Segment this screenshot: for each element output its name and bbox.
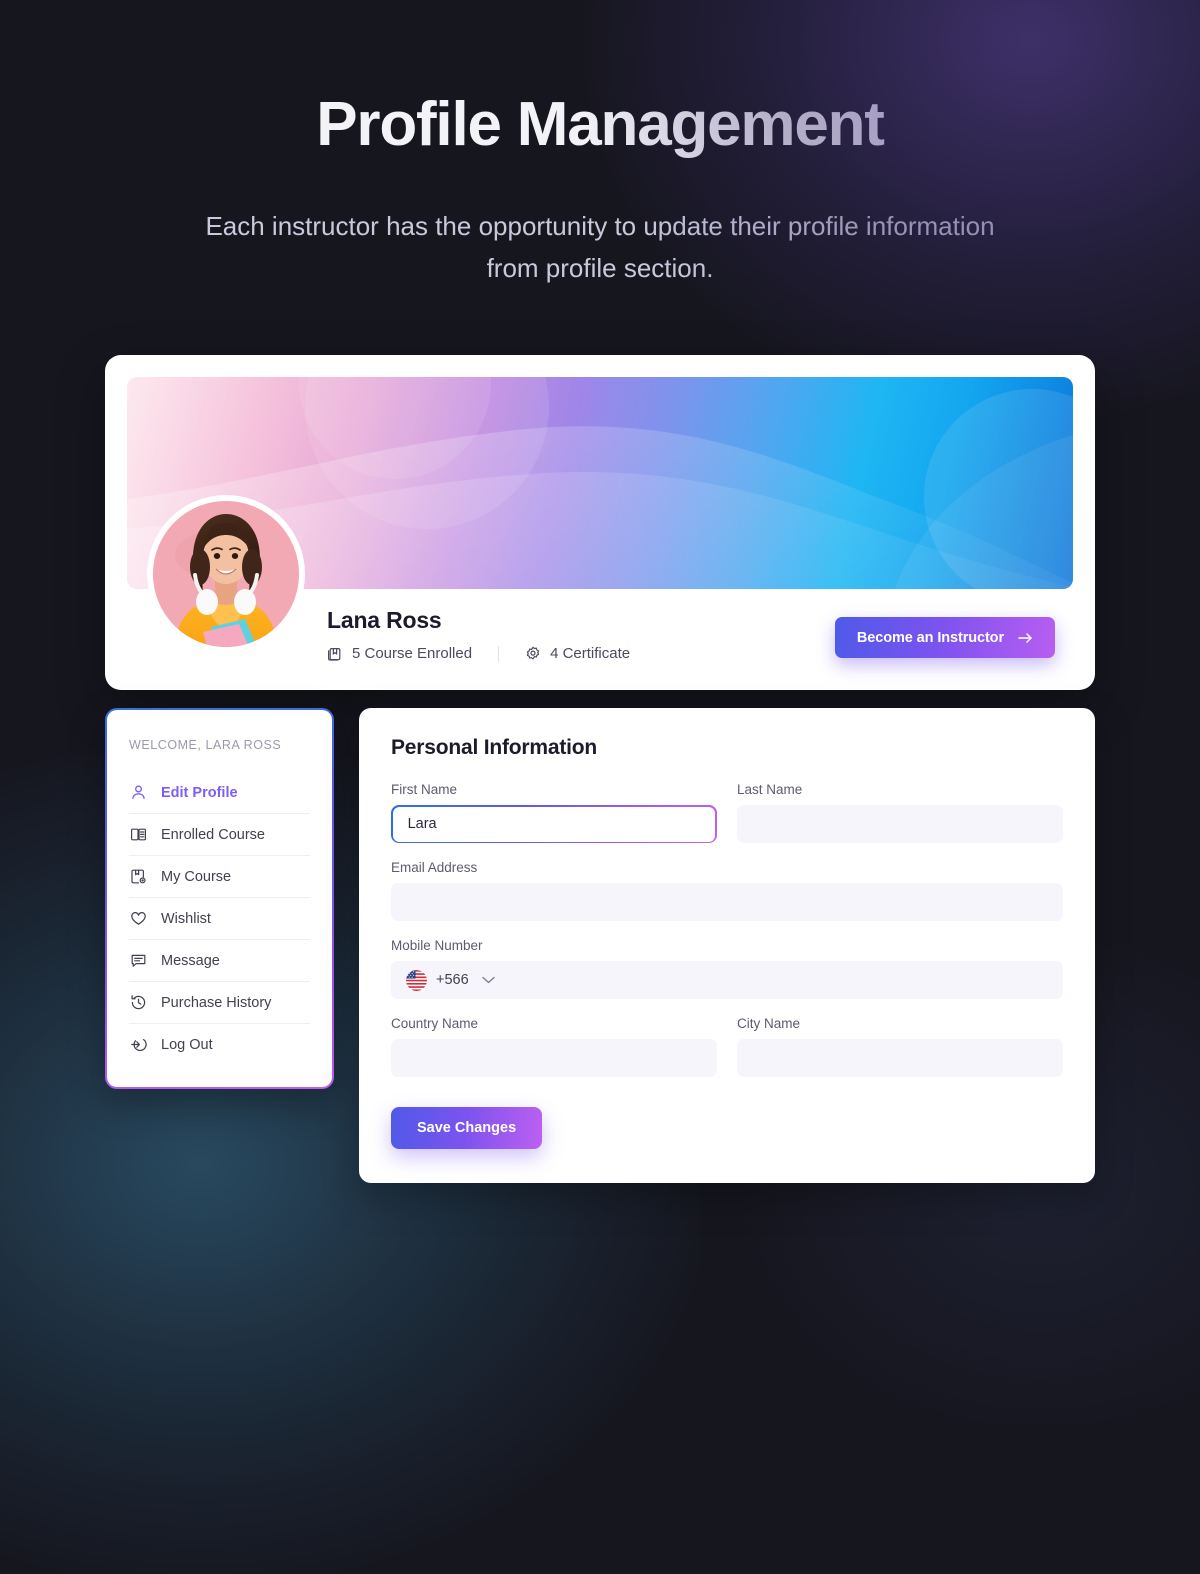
- city-name-label: City Name: [737, 1016, 801, 1032]
- history-clock-icon: [129, 993, 148, 1012]
- dial-code-value: +566: [436, 972, 469, 989]
- sidebar-item-label: Wishlist: [161, 910, 211, 927]
- sidebar-item-enrolled-course[interactable]: Enrolled Course: [129, 814, 310, 856]
- sidebar-item-label: Purchase History: [161, 994, 272, 1011]
- bookmark-badge-icon: [129, 867, 148, 886]
- sidebar-item-label: Message: [161, 952, 220, 969]
- mobile-number-input-group[interactable]: +566: [391, 961, 1063, 1000]
- sidebar-item-label: My Course: [161, 868, 232, 885]
- page-title: Profile Management: [316, 90, 885, 159]
- mobile-number-input[interactable]: [494, 961, 1048, 1000]
- field-first-name: First Name: [391, 782, 717, 844]
- stat-divider: [498, 645, 500, 662]
- sidebar-inner: WELCOME, LARA ROSS Edit Profile Enrolled…: [107, 710, 332, 1087]
- sidebar-item-label: Enrolled Course: [161, 826, 265, 843]
- chevron-down-icon[interactable]: [482, 976, 495, 984]
- sidebar-welcome: WELCOME, LARA ROSS: [129, 738, 282, 752]
- mobile-number-label: Mobile Number: [391, 938, 483, 954]
- form-row-names: First Name Last Name: [391, 782, 1063, 860]
- sidebar-item-my-course[interactable]: My Course: [129, 856, 310, 898]
- avatar-image: [153, 501, 299, 647]
- stat-courses-enrolled: 5 Course Enrolled: [327, 645, 472, 662]
- profile-stats: 5 Course Enrolled 4 Certificate: [327, 645, 630, 662]
- sidebar-item-log-out[interactable]: Log Out: [129, 1024, 310, 1065]
- become-instructor-button[interactable]: Become an Instructor: [834, 617, 1055, 658]
- stat-certificates: 4 Certificate: [525, 645, 630, 662]
- sidebar-item-message[interactable]: Message: [129, 940, 310, 982]
- sidebar-item-label: Edit Profile: [161, 784, 238, 801]
- sidebar-item-label: Log Out: [161, 1036, 213, 1053]
- stat-certificates-label: 4 Certificate: [550, 645, 631, 662]
- page-subtitle: Each instructor has the opportunity to u…: [205, 210, 995, 284]
- arrow-right-icon: [1018, 632, 1032, 643]
- sidebar-item-wishlist[interactable]: Wishlist: [129, 898, 310, 940]
- become-instructor-label: Become an Instructor: [856, 629, 1004, 646]
- country-name-input[interactable]: [391, 1039, 717, 1078]
- city-name-input[interactable]: [737, 1039, 1063, 1078]
- field-email: Email Address: [391, 860, 1063, 922]
- field-mobile-number: Mobile Number +566: [391, 938, 1063, 1000]
- field-last-name: Last Name: [737, 782, 1063, 843]
- profile-card: Lana Ross 5 Course Enrolled 4 Certificat…: [105, 355, 1095, 690]
- profile-body: WELCOME, LARA ROSS Edit Profile Enrolled…: [105, 708, 1095, 1184]
- us-flag-icon: [406, 969, 427, 991]
- save-changes-button[interactable]: Save Changes: [391, 1107, 543, 1150]
- hero-section: Profile Management Each instructor has t…: [0, 0, 1200, 289]
- country-dial-code-select[interactable]: +566: [406, 969, 495, 991]
- last-name-input[interactable]: [737, 805, 1063, 843]
- sidebar-item-purchase-history[interactable]: Purchase History: [129, 982, 310, 1024]
- avatar-portrait-illustration: [153, 501, 299, 647]
- chat-lines-icon: [129, 951, 148, 970]
- first-name-focus-ring: [391, 805, 717, 844]
- page-root: Profile Management Each instructor has t…: [0, 0, 1200, 1574]
- personal-information-panel: Personal Information First Name Last Nam…: [359, 708, 1095, 1184]
- profile-name: Lana Ross: [327, 607, 442, 633]
- logout-arrow-icon: [129, 1035, 148, 1054]
- sidebar-item-edit-profile[interactable]: Edit Profile: [129, 772, 310, 814]
- avatar: [147, 495, 305, 653]
- field-country-name: Country Name: [391, 1016, 717, 1078]
- first-name-label: First Name: [391, 782, 458, 797]
- profile-identity: Lana Ross 5 Course Enrolled 4 Certificat…: [327, 607, 630, 662]
- stat-courses-label: 5 Course Enrolled: [352, 645, 473, 662]
- email-input[interactable]: [391, 883, 1063, 922]
- country-name-label: Country Name: [391, 1016, 479, 1032]
- first-name-input[interactable]: [392, 806, 716, 842]
- field-city-name: City Name: [737, 1016, 1063, 1078]
- form-title: Personal Information: [391, 736, 598, 759]
- form-row-location: Country Name City Name: [391, 1016, 1063, 1094]
- certificate-badge-icon: [526, 646, 540, 660]
- last-name-label: Last Name: [737, 782, 803, 797]
- email-label: Email Address: [391, 860, 478, 876]
- profile-sidebar: WELCOME, LARA ROSS Edit Profile Enrolled…: [105, 708, 334, 1089]
- open-book-icon: [129, 825, 148, 844]
- heart-icon: [129, 909, 148, 928]
- user-icon: [129, 783, 148, 802]
- book-icon: [328, 647, 341, 661]
